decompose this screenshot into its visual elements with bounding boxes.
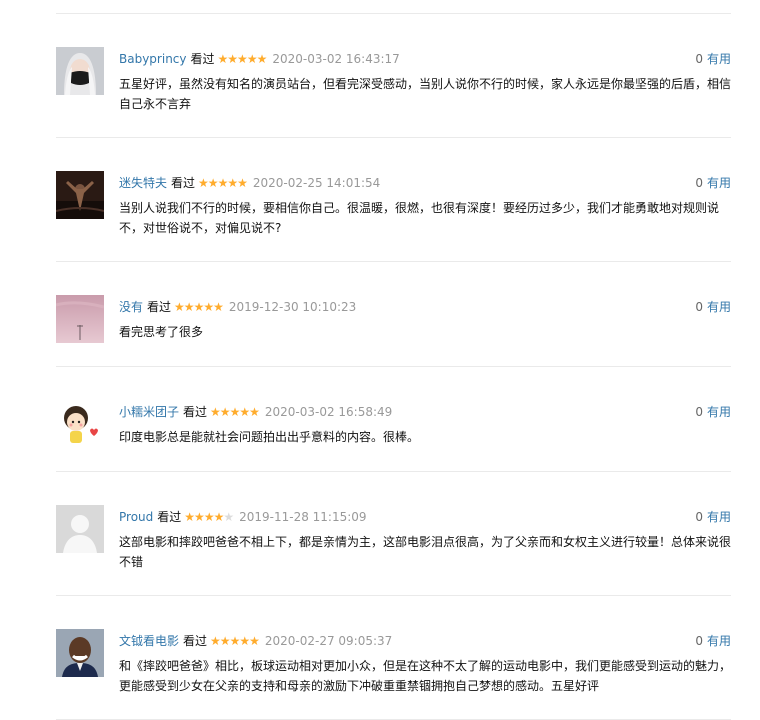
comment-list: Babyprincy 看过 ★★★★★ 2020-03-02 16:43:17 0 有用五… [56, 13, 731, 720]
rating-stars: ★★★★★ [217, 50, 268, 68]
comment-text: 看完思考了很多 [119, 325, 204, 339]
comment-item: 没有 看过 ★★★★★ 2019-12-30 10:10:23 0 有用 看完思考了很多 [56, 262, 731, 367]
rating-stars: ★★★★★ [184, 508, 234, 526]
vote-count: 0 [695, 52, 703, 66]
comment-item: Proud 看过 ★★★★★ 2019-11-28 11:15:09 0 有用 这部电影和摔… [56, 472, 731, 596]
default-user-avatar[interactable] [56, 505, 104, 553]
star-icon: ★ [249, 634, 260, 648]
comment-text: 这部电影和摔跤吧爸爸不相上下，都是亲情为主，这部电影泪点很高，为了父亲而和女权主… [119, 535, 732, 569]
shawshank-rain-avatar[interactable] [56, 171, 104, 219]
star-icon: ★ [203, 510, 215, 524]
watch-status: 看过 [183, 405, 208, 419]
pink-sky-avatar[interactable] [56, 295, 104, 343]
useful-vote-button[interactable]: 有用 [707, 510, 731, 524]
comment-header: Babyprincy 看过 ★★★★★ 2020-03-02 16:43:17 0 有用 [119, 50, 731, 68]
vote-count: 0 [695, 176, 703, 190]
comment-item: Babyprincy 看过 ★★★★★ 2020-03-02 16:43:17 0 有用五… [56, 14, 731, 138]
user-name-link[interactable]: Babyprincy [119, 52, 187, 66]
star-icon: ★ [219, 405, 231, 419]
comment-text: 印度电影总是能就社会问题拍出出乎意料的内容。很棒。 [119, 430, 420, 444]
star-icon: ★ [193, 300, 205, 314]
useful-vote-button[interactable]: 有用 [707, 176, 731, 190]
vote-box: 0 有用 [695, 632, 731, 650]
comment-time: 2019-11-28 11:15:09 [239, 510, 367, 524]
watch-status: 看过 [183, 634, 208, 648]
user-name-link[interactable]: Proud [119, 510, 153, 524]
watch-status: 看过 [147, 300, 172, 314]
vote-count: 0 [695, 300, 703, 314]
star-icon: ★ [198, 176, 209, 190]
comment-text: 当别人说我们不行的时候，要相信你自己。很温暖，很燃，也很有深度！要经历过多少，我… [119, 201, 720, 235]
comment-header: 没有 看过 ★★★★★ 2019-12-30 10:10:23 0 有用 [119, 298, 731, 316]
star-icon: ★ [237, 176, 248, 190]
user-name-link[interactable]: 没有 [119, 300, 143, 314]
comment-time: 2020-02-27 09:05:37 [264, 634, 393, 648]
star-icon: ★ [213, 510, 225, 524]
comment-header: 迷失特夫 看过 ★★★★★ 2020-02-25 14:01:54 0 有用 [119, 174, 731, 192]
star-icon: ★ [219, 634, 231, 648]
star-icon: ★ [210, 405, 221, 419]
useful-vote-button[interactable]: 有用 [707, 634, 731, 648]
comment-time: 2020-02-25 14:01:54 [252, 176, 381, 190]
comment-text: 和《摔跤吧爸爸》相比，板球运动相对更加小众，但是在这种不太了解的运动电影中，我们… [119, 659, 732, 693]
comment-item: 小糯米团子 看过 ★★★★★ 2020-03-02 16:58:49 0 有用 印度电影总是… [56, 367, 731, 472]
vote-box: 0 有用 [695, 50, 731, 68]
star-icon: ★ [229, 634, 241, 648]
masked-girl-avatar[interactable] [56, 47, 104, 95]
star-icon: ★ [227, 176, 238, 190]
smiling-man-avatar[interactable] [56, 629, 104, 677]
vote-box: 0 有用 [695, 508, 731, 526]
vote-count: 0 [695, 510, 703, 524]
comment-item: 文钺看电影 看过 ★★★★★ 2020-02-27 09:05:37 0 有用 和《摔跤吧爸… [56, 596, 731, 720]
watch-status: 看过 [157, 510, 182, 524]
star-icon: ★ [183, 300, 195, 314]
star-icon: ★ [237, 52, 248, 66]
rating-stars: ★★★★★ [210, 403, 260, 421]
star-icon: ★ [174, 300, 185, 314]
star-icon: ★ [217, 52, 229, 66]
user-name-link[interactable]: 文钺看电影 [119, 634, 179, 648]
star-icon: ★ [217, 176, 229, 190]
star-icon: ★ [207, 176, 219, 190]
comment-time: 2020-03-02 16:43:17 [272, 52, 400, 66]
star-icon: ★ [229, 405, 241, 419]
cartoon-girl-avatar[interactable] [56, 400, 104, 448]
comment-header: Proud 看过 ★★★★★ 2019-11-28 11:15:09 0 有用 [119, 508, 731, 526]
star-icon: ★ [213, 300, 224, 314]
watch-status: 看过 [171, 176, 196, 190]
rating-stars: ★★★★★ [198, 174, 248, 192]
vote-count: 0 [695, 634, 703, 648]
comment-item: 迷失特夫 看过 ★★★★★ 2020-02-25 14:01:54 0 有用 当别人说我们不… [56, 138, 731, 262]
comment-header: 小糯米团子 看过 ★★★★★ 2020-03-02 16:58:49 0 有用 [119, 403, 731, 421]
star-icon: ★ [256, 52, 268, 66]
comment-text: 五星好评，虽然没有知名的演员站台，但看完深受感动，当别人说你不行的时候，家人永远… [119, 77, 732, 111]
vote-box: 0 有用 [695, 174, 731, 192]
rating-stars: ★★★★★ [174, 298, 224, 316]
star-icon: ★ [246, 52, 258, 66]
vote-box: 0 有用 [695, 298, 731, 316]
user-name-link[interactable]: 小糯米团子 [119, 405, 179, 419]
star-icon: ★ [249, 405, 260, 419]
star-icon: ★ [184, 510, 195, 524]
vote-box: 0 有用 [695, 403, 731, 421]
star-icon: ★ [194, 510, 205, 524]
comment-header: 文钺看电影 看过 ★★★★★ 2020-02-27 09:05:37 0 有用 [119, 632, 731, 650]
star-icon: ★ [239, 634, 250, 648]
useful-vote-button[interactable]: 有用 [707, 300, 731, 314]
rating-stars: ★★★★★ [210, 632, 260, 650]
vote-count: 0 [695, 405, 703, 419]
star-icon: ★ [239, 405, 250, 419]
comment-time: 2019-12-30 10:10:23 [228, 300, 357, 314]
user-name-link[interactable]: 迷失特夫 [119, 176, 167, 190]
useful-vote-button[interactable]: 有用 [707, 52, 731, 66]
star-icon: ★ [223, 510, 234, 524]
star-icon: ★ [203, 300, 214, 314]
star-icon: ★ [210, 634, 221, 648]
star-icon: ★ [227, 52, 238, 66]
watch-status: 看过 [190, 52, 215, 66]
comment-time: 2020-03-02 16:58:49 [264, 405, 393, 419]
useful-vote-button[interactable]: 有用 [707, 405, 731, 419]
